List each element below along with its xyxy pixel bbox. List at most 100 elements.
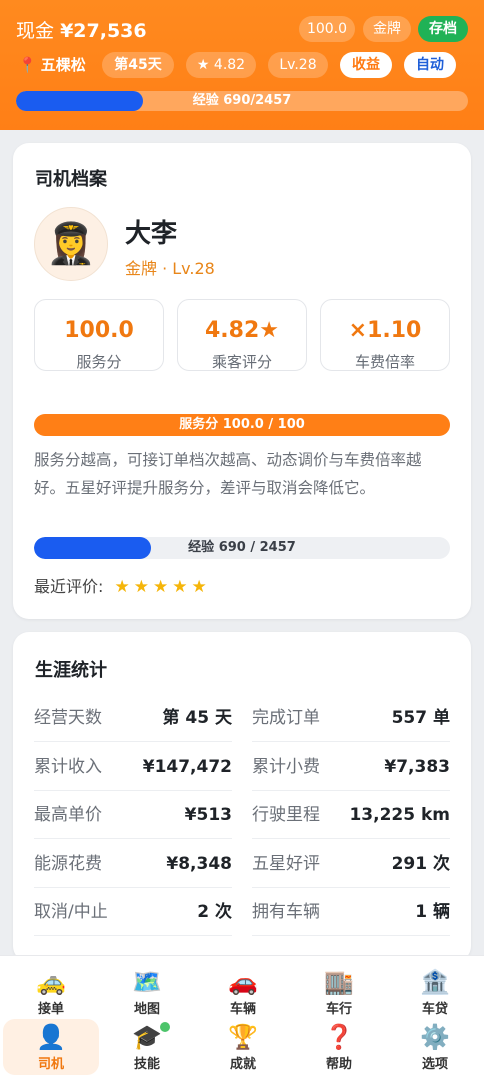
nav-help[interactable]: ❓ 帮助 — [291, 1019, 387, 1075]
card-title: 生涯统计 — [35, 660, 107, 681]
stat-row-value: ¥513 — [184, 805, 232, 825]
nav-label: 接单 — [37, 1002, 64, 1017]
stat-passenger-rating: 4.82★ 乘客评分 — [177, 299, 307, 371]
store-icon: 🏬 — [324, 968, 354, 996]
stat-row-value: 291 次 — [391, 853, 450, 874]
stat-row-label: 最高单价 — [34, 805, 102, 825]
stat-service-score: 100.0 服务分 — [34, 299, 164, 371]
gear-icon: ⚙️ — [420, 1023, 450, 1051]
nav-map[interactable]: 🗺️ 地图 — [99, 964, 195, 1020]
cash-value: ¥27,536 — [60, 20, 147, 42]
location: 📍 五棵松 — [18, 54, 86, 75]
nav-options[interactable]: ⚙️ 选项 — [387, 1019, 483, 1075]
cash-label: 现金 — [16, 20, 55, 42]
bank-icon: 🏦 — [420, 968, 450, 996]
rating-chip: ★ 4.82 — [186, 52, 256, 78]
stat-row-value: ¥7,383 — [384, 756, 450, 777]
stat-row: 最高单价 ¥513 — [34, 791, 232, 839]
stat-row-value: 2 次 — [197, 902, 232, 922]
rank-chip: 金牌 — [363, 16, 411, 42]
profile-xp-text: 经验 690 / 2457 — [188, 540, 296, 555]
nav-skills[interactable]: 🎓 技能 — [99, 1019, 195, 1075]
recent-reviews: 最近评价: ★★★★★ — [34, 573, 211, 597]
service-score-text: 服务分 100.0 / 100 — [179, 417, 305, 432]
xp-progress-bar: 经验 690/2457 — [16, 91, 468, 111]
nav-label: 车辆 — [229, 1002, 256, 1017]
nav-label: 成就 — [229, 1057, 256, 1072]
notification-dot — [160, 1022, 170, 1032]
stat-row-label: 经营天数 — [34, 708, 102, 728]
stat-row-label: 累计收入 — [34, 756, 102, 777]
nav-driver[interactable]: 👤 司机 — [3, 1019, 99, 1075]
nav-label: 选项 — [421, 1057, 448, 1072]
nav-label: 帮助 — [325, 1057, 352, 1072]
day-chip: 第45天 — [102, 52, 174, 78]
top-status-bar: 现金 ¥27,536 100.0 金牌 存档 📍 五棵松 第45天 ★ 4.82 … — [0, 0, 484, 130]
nav-dealership[interactable]: 🏬 车行 — [291, 964, 387, 1020]
profile-xp-bar: 经验 690 / 2457 — [34, 537, 450, 559]
graduation-cap-icon: 🎓 — [132, 1023, 162, 1051]
person-icon: 👤 — [36, 1023, 66, 1051]
card-title: 司机档案 — [35, 169, 107, 190]
stat-label: 乘客评分 — [211, 353, 272, 371]
service-score-bar: 服务分 100.0 / 100 — [34, 414, 450, 436]
stat-row-label: 累计小费 — [252, 756, 320, 777]
stat-row: 拥有车辆 1 辆 — [252, 888, 450, 936]
xp-progress-text: 经验 690/2457 — [192, 93, 292, 108]
stat-row-value: ¥147,472 — [142, 756, 232, 777]
stat-value: 4.82★ — [204, 318, 279, 343]
stat-row-label: 能源花费 — [34, 853, 102, 874]
stat-row: 经营天数 第 45 天 — [34, 694, 232, 742]
auto-button[interactable]: 自动 — [404, 52, 456, 78]
stat-row: 五星好评 291 次 — [252, 840, 450, 888]
stat-row-label: 五星好评 — [252, 853, 320, 874]
nav-label: 车行 — [325, 1002, 352, 1017]
earnings-button[interactable]: 收益 — [340, 52, 392, 78]
nav-label: 地图 — [133, 1002, 160, 1017]
stat-row: 能源花费 ¥8,348 — [34, 840, 232, 888]
driver-rank: 金牌 · Lv.28 — [125, 259, 215, 278]
career-stats-card: 生涯统计 经营天数 第 45 天完成订单 557 单累计收入 ¥147,472 累计小费… — [13, 632, 471, 962]
stat-row-value: 13,225 km — [349, 805, 450, 825]
bottom-navigation: 🚕 接单 🗺️ 地图 🚗 车辆 🏬 车行 🏦 车贷 👤 司机 🎓 技能 🏆 成就 ❓ 帮助 ⚙️ 选项 — [0, 955, 484, 1080]
stat-value: 100.0 — [64, 318, 134, 343]
stat-value: ×1.10 — [348, 318, 422, 343]
stat-row-value: 557 单 — [391, 708, 450, 728]
nav-label: 车贷 — [421, 1002, 448, 1017]
driver-name: 大李 — [125, 219, 178, 249]
stat-row: 完成订单 557 单 — [252, 694, 450, 742]
nav-vehicles[interactable]: 🚗 车辆 — [195, 964, 291, 1020]
stat-row: 行驶里程 13,225 km — [252, 791, 450, 839]
trophy-icon: 🏆 — [228, 1023, 258, 1051]
question-icon: ❓ — [324, 1023, 354, 1051]
avatar: 👩‍✈️ — [34, 207, 108, 281]
stat-row-label: 完成订单 — [252, 708, 320, 728]
stat-label: 服务分 — [76, 353, 122, 371]
level-chip: Lv.28 — [268, 52, 328, 78]
stat-row: 累计小费 ¥7,383 — [252, 743, 450, 791]
stat-label: 车费倍率 — [354, 353, 415, 371]
stat-row-label: 行驶里程 — [252, 805, 320, 825]
location-name: 五棵松 — [40, 56, 86, 74]
recent-label: 最近评价: — [34, 577, 104, 596]
nav-car-loan[interactable]: 🏦 车贷 — [387, 964, 483, 1020]
cash-display: 现金 ¥27,536 — [16, 16, 147, 43]
taxi-icon: 🚕 — [36, 968, 66, 996]
driver-profile-card: 司机档案 👩‍✈️ 大李 金牌 · Lv.28 100.0 服务分 4.82★ … — [13, 143, 471, 619]
stat-row-value: ¥8,348 — [166, 853, 232, 874]
nav-label: 技能 — [133, 1057, 160, 1072]
stat-fare-multiplier: ×1.10 车费倍率 — [320, 299, 450, 371]
nav-take-orders[interactable]: 🚕 接单 — [3, 964, 99, 1020]
stat-row-label: 取消/中止 — [34, 902, 108, 922]
stat-row: 取消/中止 2 次 — [34, 888, 232, 936]
nav-label: 司机 — [37, 1057, 64, 1072]
nav-achievements[interactable]: 🏆 成就 — [195, 1019, 291, 1075]
service-description: 服务分越高，可接订单档次越高、动态调价与车费倍率越好。五星好评提升服务分，差评与… — [34, 451, 422, 497]
stat-row-value: 第 45 天 — [162, 708, 233, 728]
service-score-chip: 100.0 — [299, 16, 355, 42]
stat-row-value: 1 辆 — [415, 902, 450, 922]
save-button[interactable]: 存档 — [418, 16, 468, 42]
pin-icon: 📍 — [18, 56, 37, 74]
stat-row: 累计收入 ¥147,472 — [34, 743, 232, 791]
car-icon: 🚗 — [228, 968, 258, 996]
